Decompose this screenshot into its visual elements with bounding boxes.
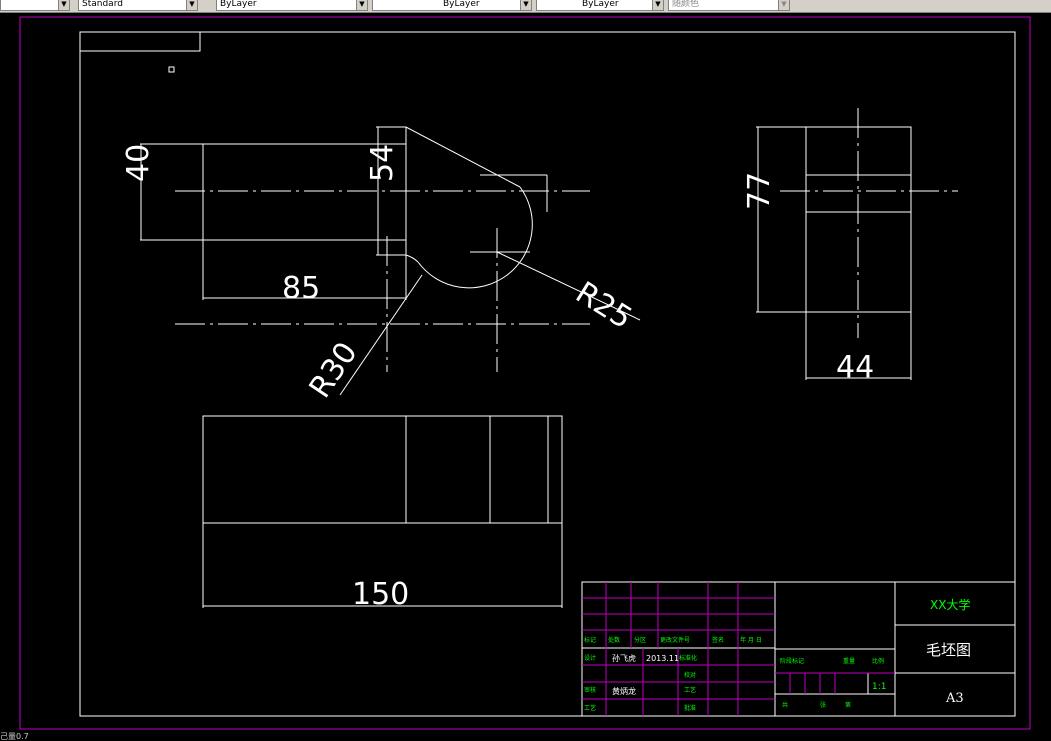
label-craft: 工艺 — [584, 704, 596, 712]
reviewer-name: 黄炳龙 — [612, 686, 636, 696]
dim-150: 150 — [352, 577, 409, 612]
label-approve: 批准 — [684, 704, 696, 712]
sheet-size: A3 — [945, 691, 964, 706]
label-design: 设计 — [584, 654, 596, 662]
drawing-name: 毛坯图 — [926, 641, 971, 659]
command-line: 己量0.7 — [0, 733, 60, 741]
scale-value: 1:1 — [872, 682, 886, 692]
label-zone: 分区 — [634, 636, 646, 644]
label-process: 工艺 — [684, 686, 696, 694]
dim-85: 85 — [282, 271, 320, 306]
label-sign: 签名 — [712, 636, 724, 644]
sheet-outer-border — [19, 16, 1031, 730]
label-weight: 重量 — [843, 657, 855, 665]
label-proofread: 校对 — [684, 671, 696, 679]
designer-name: 孙飞虎 — [612, 653, 636, 663]
sheet-inner-border — [79, 31, 1016, 717]
dim-77: 77 — [742, 172, 777, 210]
label-page: 第 — [845, 701, 851, 709]
dim-40: 40 — [121, 144, 156, 182]
label-mark: 标记 — [584, 636, 596, 644]
label-sheets: 张 — [820, 701, 826, 709]
label-scale: 比例 — [872, 657, 884, 665]
label-doc-no: 更改文件号 — [660, 636, 690, 644]
code-box — [79, 31, 201, 52]
school-name: XX大学 — [930, 597, 970, 612]
label-count: 处数 — [608, 636, 620, 644]
ucs-marker — [168, 66, 175, 73]
dim-r30: R30 — [303, 336, 365, 405]
dim-r25: R25 — [569, 275, 638, 336]
design-date: 2013.11 — [646, 654, 679, 663]
drawing-canvas[interactable]: 40 54 85 R25 R30 77 44 150 XX大学 毛坯图 A3 1… — [0, 0, 1051, 741]
side-view — [756, 108, 958, 380]
label-stage-mark: 阶段标记 — [780, 657, 804, 665]
label-standardize: 标准化 — [679, 654, 697, 662]
dim-54: 54 — [365, 144, 400, 182]
dim-44: 44 — [836, 350, 874, 385]
label-ymd: 年 月 日 — [740, 636, 762, 644]
label-total: 共 — [782, 701, 788, 709]
label-audit: 审核 — [584, 686, 596, 694]
